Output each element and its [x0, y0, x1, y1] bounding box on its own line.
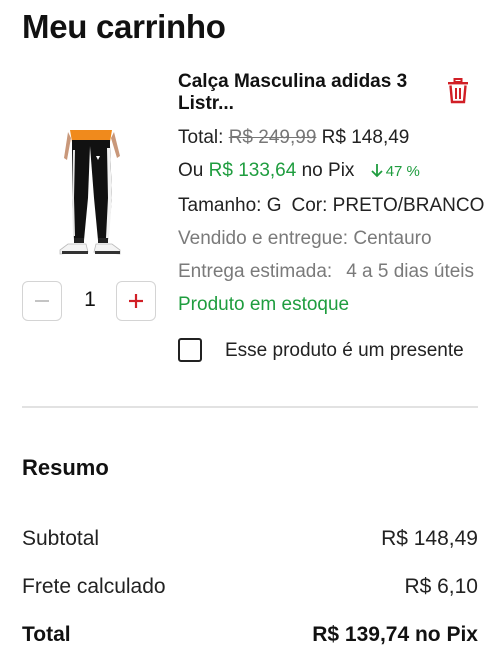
- pix-prefix: Ou: [178, 160, 204, 181]
- pix-price-line: Ou R$ 133,64 no Pix 47 %: [178, 160, 420, 182]
- total-label-summary: Total: [22, 623, 71, 646]
- freight-value: R$ 6,10: [404, 575, 478, 598]
- pix-price: R$ 133,64: [208, 160, 297, 181]
- delivery-line: Entrega estimada: 4 a 5 dias úteis: [178, 261, 474, 283]
- arrow-down-icon: [371, 164, 383, 178]
- total-row: Total R$ 139,74 no Pix: [22, 623, 478, 647]
- increase-quantity-button[interactable]: [116, 281, 156, 321]
- delivery-value: 4 a 5 dias úteis: [346, 261, 475, 282]
- plus-icon: [129, 294, 143, 308]
- old-price: R$ 249,99: [228, 127, 317, 148]
- freight-label: Frete calculado: [22, 575, 166, 598]
- discount-badge: 47 %: [370, 163, 420, 180]
- total-value: R$ 139,74 no Pix: [312, 623, 478, 646]
- subtotal-label: Subtotal: [22, 527, 100, 550]
- product-total-line: Total: R$ 249,99 R$ 148,49: [178, 127, 409, 149]
- subtotal-row: Subtotal R$ 148,49: [22, 527, 478, 551]
- divider: [22, 406, 478, 408]
- freight-row: Frete calculado R$ 6,10: [22, 575, 478, 599]
- summary-title: Resumo: [22, 455, 109, 480]
- discount-value: 47 %: [385, 163, 420, 180]
- size-color-line: Tamanho: G Cor: PRETO/BRANCO: [178, 195, 484, 217]
- color-label: Cor: PRETO/BRANCO: [291, 195, 485, 216]
- trash-icon[interactable]: [446, 78, 470, 104]
- subtotal-value: R$ 148,49: [381, 527, 478, 550]
- gift-checkbox[interactable]: [178, 338, 202, 362]
- current-price: R$ 148,49: [321, 127, 410, 148]
- stock-status: Produto em estoque: [178, 294, 350, 315]
- product-image[interactable]: [40, 128, 140, 270]
- minus-icon: [35, 300, 49, 302]
- page-title: Meu carrinho: [22, 8, 226, 45]
- gift-label[interactable]: Esse produto é um presente: [225, 340, 464, 362]
- delivery-label: Entrega estimada:: [178, 261, 333, 282]
- quantity-value: 1: [84, 288, 96, 311]
- seller-line: Vendido e entregue: Centauro: [178, 228, 432, 249]
- size-label: Tamanho: G: [178, 195, 282, 216]
- decrease-quantity-button[interactable]: [22, 281, 62, 321]
- product-name[interactable]: Calça Masculina adidas 3 Listr...: [178, 71, 428, 115]
- pix-suffix: no Pix: [301, 160, 355, 181]
- total-label: Total:: [178, 127, 224, 148]
